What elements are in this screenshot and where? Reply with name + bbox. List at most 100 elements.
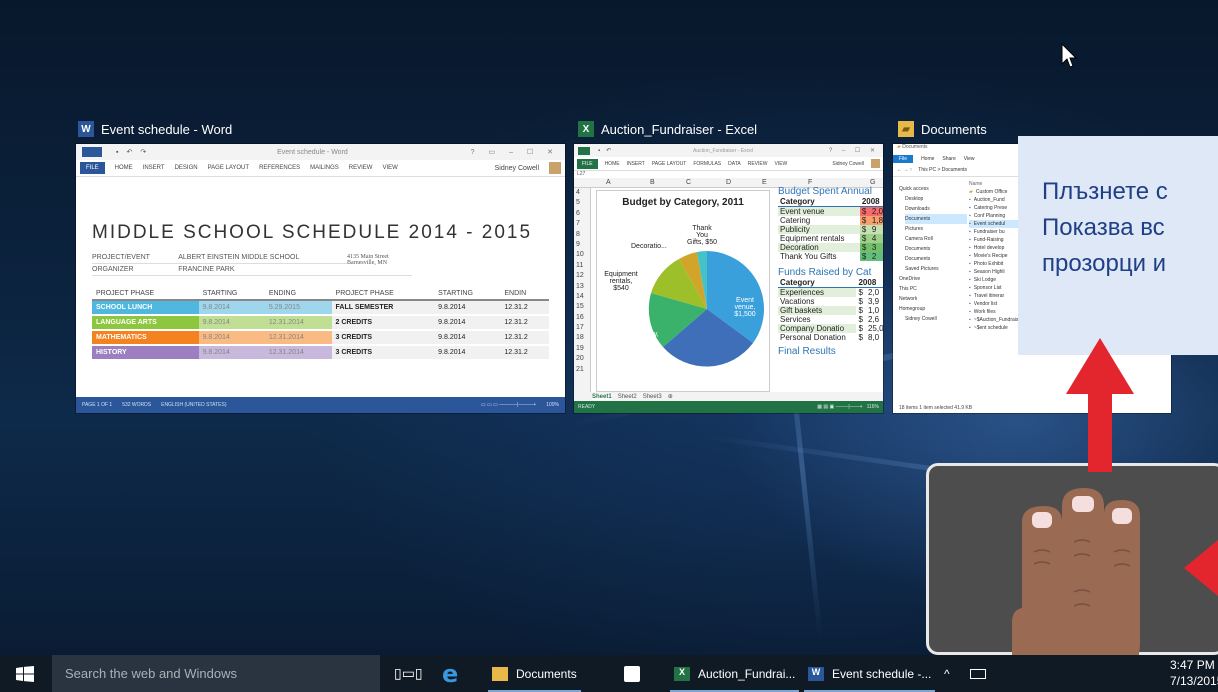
- nav-item[interactable]: OneDrive: [899, 274, 967, 284]
- row-header[interactable]: 21: [574, 365, 590, 375]
- nav-item[interactable]: Desktop: [905, 194, 967, 204]
- word-window-thumbnail[interactable]: ▪ ↶ ↷ Event schedule - Word ? ▭ – ☐ ✕ FI…: [76, 144, 565, 413]
- column-header[interactable]: G: [870, 179, 875, 186]
- nav-item[interactable]: Sidney Cowell: [905, 314, 967, 324]
- tab-design[interactable]: DESIGN: [175, 165, 198, 171]
- undo-icon: ↶: [126, 149, 133, 156]
- breadcrumb[interactable]: This PC > Documents: [918, 167, 967, 173]
- tab-review[interactable]: REVIEW: [349, 165, 373, 171]
- battery-button[interactable]: [970, 655, 986, 692]
- task-view-button[interactable]: ▯▭▯: [394, 655, 423, 692]
- row-header[interactable]: 9: [574, 240, 590, 250]
- nav-item[interactable]: Documents: [905, 244, 967, 254]
- row-header[interactable]: 14: [574, 292, 590, 302]
- nav-item[interactable]: Documents: [905, 254, 967, 264]
- sheet-tab[interactable]: Sheet3: [643, 394, 662, 400]
- sheet-tab[interactable]: Sheet2: [618, 394, 637, 400]
- row-header[interactable]: 7: [574, 219, 590, 229]
- tab-review[interactable]: REVIEW: [748, 161, 768, 167]
- taskbar-item-label: Documents: [516, 666, 577, 681]
- nav-item[interactable]: Downloads: [905, 204, 967, 214]
- taskbar-item-documents[interactable]: Documents: [488, 655, 581, 692]
- tab-file[interactable]: File: [893, 155, 914, 163]
- clock[interactable]: 3:47 PM 7/13/2015: [1170, 657, 1218, 689]
- row-header[interactable]: 4: [574, 188, 590, 198]
- tab-file[interactable]: FILE: [80, 162, 105, 174]
- tab-insert[interactable]: INSERT: [143, 165, 165, 171]
- file-icon: ▪: [969, 261, 971, 267]
- column-header[interactable]: A: [606, 179, 611, 186]
- taskbar-item-word[interactable]: W Event schedule -...: [804, 655, 936, 692]
- tab-formulas[interactable]: FORMULAS: [693, 161, 721, 167]
- row-header[interactable]: 6: [574, 209, 590, 219]
- excel-icon: X: [674, 666, 690, 681]
- search-input[interactable]: Search the web and Windows: [52, 655, 380, 692]
- row-header[interactable]: 16: [574, 313, 590, 323]
- nav-item[interactable]: Network: [899, 294, 967, 304]
- tab-page-layout[interactable]: PAGE LAYOUT: [208, 165, 249, 171]
- row-header[interactable]: 20: [574, 354, 590, 364]
- battery-icon: [970, 668, 986, 679]
- store-button[interactable]: [624, 655, 640, 692]
- table-cell: 9.8.2014: [434, 315, 501, 331]
- add-sheet-icon[interactable]: ⊕: [668, 393, 673, 400]
- taskbar-item-excel[interactable]: X Auction_Fundrai...: [670, 655, 800, 692]
- column-header[interactable]: D: [726, 179, 731, 186]
- sheet-tab[interactable]: Sheet1: [592, 393, 612, 400]
- column-header[interactable]: F: [808, 179, 812, 186]
- task-view-window-title[interactable]: X Auction_Fundraiser - Excel: [578, 121, 757, 137]
- excel-window-thumbnail[interactable]: ▪ ↶ Auction_Fundraiser - Excel ? – ☐ ✕ F…: [574, 144, 883, 413]
- gesture-tooltip: Плъзнете с Показва вс прозорци и: [1018, 136, 1218, 355]
- tab-data[interactable]: DATA: [728, 161, 741, 167]
- nav-item[interactable]: Pictures: [905, 224, 967, 234]
- name-box[interactable]: L27: [577, 171, 585, 177]
- row-header[interactable]: 10: [574, 250, 590, 260]
- avatar: [871, 159, 880, 168]
- nav-item[interactable]: Saved Pictures: [905, 264, 967, 274]
- row-header[interactable]: 5: [574, 198, 590, 208]
- tab-home[interactable]: Home: [921, 156, 934, 162]
- tab-mailings[interactable]: MAILINGS: [310, 165, 339, 171]
- table-row: Vacations $3,9: [778, 297, 883, 306]
- zoom-level: 100%: [546, 402, 559, 408]
- nav-item[interactable]: Camera Roll: [905, 234, 967, 244]
- tab-view[interactable]: View: [964, 156, 975, 162]
- task-view-window-title[interactable]: W Event schedule - Word: [78, 121, 232, 137]
- tab-share[interactable]: Share: [942, 156, 955, 162]
- column-header[interactable]: C: [686, 179, 691, 186]
- language-status: ENGLISH (UNITED STATES): [161, 402, 227, 408]
- address-line: Barnesville, MN: [347, 260, 388, 266]
- edge-browser-button[interactable]: e: [442, 655, 458, 692]
- row-header[interactable]: 18: [574, 333, 590, 343]
- table-cell: 2 CREDITS: [331, 315, 435, 331]
- column-header[interactable]: E: [762, 179, 767, 186]
- tab-home[interactable]: HOME: [115, 165, 133, 171]
- row-header[interactable]: 19: [574, 344, 590, 354]
- table-cell: 12.31.2: [500, 300, 549, 316]
- nav-item[interactable]: This PC: [899, 284, 967, 294]
- tab-view[interactable]: VIEW: [774, 161, 787, 167]
- row-header[interactable]: 11: [574, 261, 590, 271]
- show-hidden-icons-button[interactable]: ^: [944, 655, 950, 692]
- tab-file[interactable]: FILE: [577, 158, 598, 169]
- row-header[interactable]: 15: [574, 302, 590, 312]
- tab-insert[interactable]: INSERT: [627, 161, 645, 167]
- windows-start-icon[interactable]: [16, 666, 34, 682]
- column-header[interactable]: B: [650, 179, 655, 186]
- nav-arrows-icon[interactable]: ← → ↑: [897, 167, 912, 173]
- table-cell: Experiences: [778, 287, 857, 297]
- row-header[interactable]: 13: [574, 282, 590, 292]
- nav-item[interactable]: Homegroup: [899, 304, 967, 314]
- table-cell: 1,8: [869, 216, 883, 225]
- tab-page-layout[interactable]: PAGE LAYOUT: [652, 161, 687, 167]
- tab-references[interactable]: REFERENCES: [259, 165, 300, 171]
- tab-home[interactable]: HOME: [605, 161, 620, 167]
- nav-item[interactable]: Quick access: [899, 184, 967, 194]
- pie-chart[interactable]: Budget by Category, 2011 Event venue, $1…: [596, 190, 770, 392]
- nav-item[interactable]: Documents: [905, 214, 967, 224]
- tab-view[interactable]: VIEW: [382, 165, 397, 171]
- task-view-window-title[interactable]: ▰ Documents: [898, 121, 987, 137]
- row-header[interactable]: 17: [574, 323, 590, 333]
- row-header[interactable]: 12: [574, 271, 590, 281]
- row-header[interactable]: 8: [574, 230, 590, 240]
